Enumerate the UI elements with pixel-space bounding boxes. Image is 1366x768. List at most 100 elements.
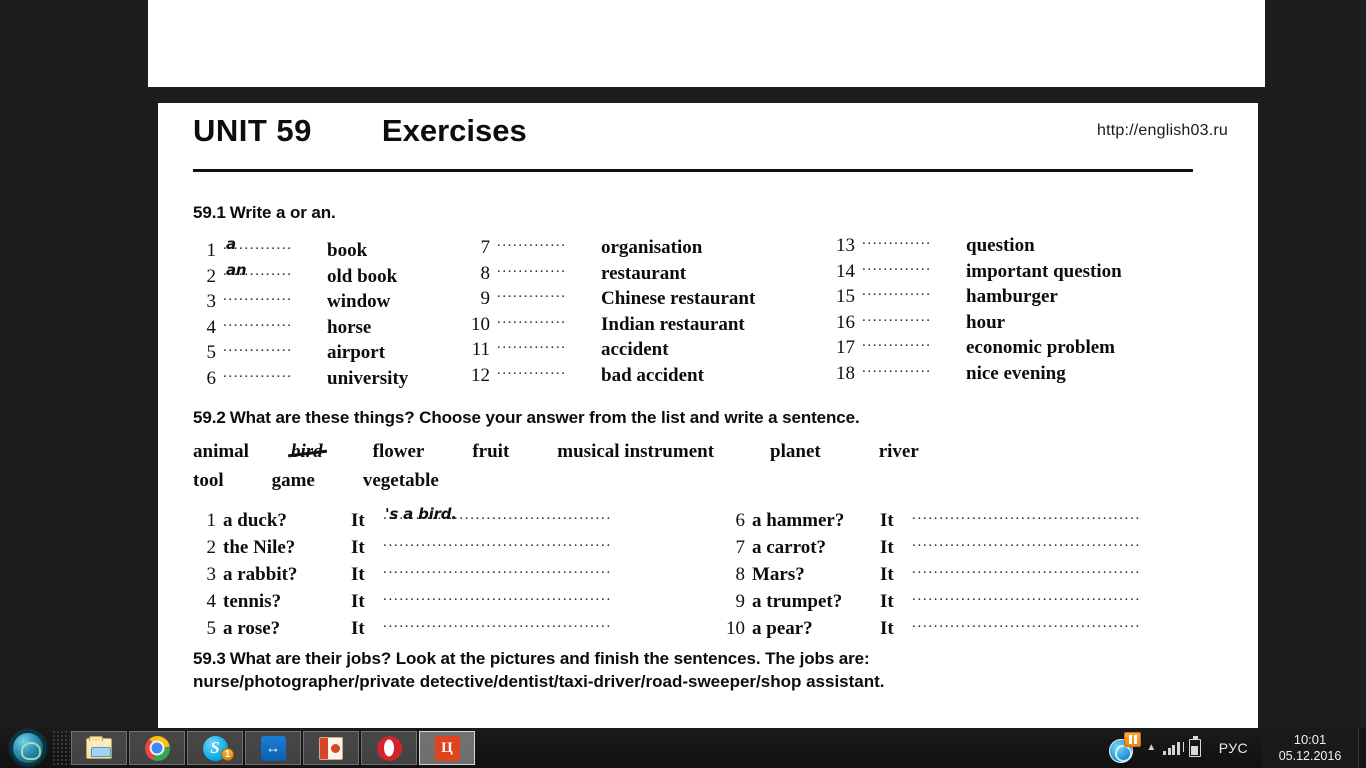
exercise-item: 4............. horse bbox=[194, 313, 408, 339]
item-number: 7 bbox=[480, 237, 491, 258]
taskbar-button-image-viewer[interactable]: Ц bbox=[419, 731, 475, 765]
chrome-icon bbox=[144, 735, 170, 761]
dotted-line: ........................................… bbox=[912, 588, 1141, 604]
answer-blank[interactable]: ............. bbox=[497, 361, 593, 381]
warning-badge-icon bbox=[1124, 732, 1142, 747]
item-prompt: a rose? bbox=[223, 618, 281, 639]
item-noun: airport bbox=[327, 342, 386, 363]
taskbar-button-opera[interactable] bbox=[361, 731, 417, 765]
language-indicator[interactable]: РУС bbox=[1211, 740, 1256, 756]
section-number-59-3: 59.3 bbox=[193, 649, 226, 668]
answer-blank[interactable]: ............. bbox=[862, 257, 958, 277]
dotted-line: ........................................… bbox=[383, 615, 612, 631]
word-bank: animal bird flower fruit musical instrument p… bbox=[193, 441, 1193, 499]
answer-blank[interactable]: ........................................… bbox=[912, 614, 1202, 634]
item-noun: hour bbox=[966, 311, 1006, 333]
item-number: 9 bbox=[735, 591, 746, 612]
start-button[interactable] bbox=[4, 730, 52, 766]
tray-icons: ▲ РУС bbox=[1109, 728, 1262, 768]
dotted-line: ............. bbox=[862, 283, 932, 299]
answer-blank[interactable]: ............. bbox=[862, 308, 958, 328]
item-noun: accident bbox=[601, 339, 669, 360]
document-page[interactable]: UNIT 59 Exercises http://english03.ru 59… bbox=[158, 103, 1258, 743]
answer-blank[interactable]: ........................................… bbox=[383, 587, 673, 607]
answer-blank[interactable]: ............. bbox=[497, 259, 593, 279]
previous-page-fragment bbox=[148, 0, 1265, 87]
answer-blank[interactable]: ........................................… bbox=[912, 533, 1202, 553]
answer-blank[interactable]: ............. bbox=[497, 233, 593, 253]
item-number: 6 bbox=[206, 367, 217, 389]
exercise-item: 6 a hammer? It............................… bbox=[723, 506, 1202, 533]
exercise-item: 6............. university bbox=[194, 364, 409, 390]
word-bank-item: vegetable bbox=[362, 470, 439, 491]
taskbar-button-teamviewer[interactable] bbox=[245, 731, 301, 765]
item-number: 12 bbox=[471, 364, 490, 386]
item-number: 1 bbox=[206, 510, 217, 531]
answer-blank[interactable]: ............. bbox=[862, 333, 958, 353]
answer-blank[interactable]: ............. bbox=[497, 310, 593, 330]
item-prompt: a rabbit? bbox=[223, 564, 298, 585]
item-noun: economic problem bbox=[966, 337, 1115, 358]
answer-blank[interactable]: ........................................… bbox=[383, 505, 673, 526]
sentence-starter: It bbox=[880, 510, 894, 531]
answer-blank[interactable]: ............. bbox=[223, 364, 319, 384]
answer-blank[interactable]: ........................................… bbox=[383, 560, 673, 580]
clock[interactable]: 10:01 05.12.2016 bbox=[1262, 728, 1358, 768]
globe-warning-icon[interactable] bbox=[1109, 732, 1142, 763]
answer-blank[interactable]: ............. bbox=[862, 282, 958, 302]
item-number: 5 bbox=[206, 342, 217, 363]
item-number: 3 bbox=[206, 291, 217, 312]
item-prompt: Mars? bbox=[752, 564, 805, 585]
exercise-item: 11............. accident bbox=[468, 335, 755, 361]
dotted-line: ............. bbox=[862, 257, 932, 274]
signal-bars-icon[interactable] bbox=[1163, 741, 1180, 755]
answer-blank[interactable]: ........................................… bbox=[912, 506, 1202, 526]
sentence-starter: It bbox=[351, 591, 365, 612]
answer-blank[interactable]: ............. bbox=[223, 338, 319, 358]
exercise-item: 15............. hamburger bbox=[833, 282, 1122, 308]
answer-blank[interactable]: ............. bbox=[862, 231, 958, 251]
item-number: 6 bbox=[735, 510, 746, 531]
answer-blank[interactable]: ............. bbox=[862, 359, 958, 379]
dotted-line: ............. bbox=[497, 361, 567, 378]
answer-blank[interactable]: ............. bbox=[223, 287, 319, 307]
handwritten-answer: 's a bird. bbox=[385, 505, 457, 523]
dotted-line: ............. bbox=[497, 285, 567, 301]
taskbar-button-powerpoint[interactable] bbox=[303, 731, 359, 765]
exercise-59-2-column-left: 1 a duck? It..............................… bbox=[194, 505, 673, 641]
answer-blank[interactable]: ............. an bbox=[223, 261, 319, 282]
exercise-item: 1............. a book bbox=[194, 235, 408, 262]
answer-blank[interactable]: ........................................… bbox=[912, 560, 1202, 580]
answer-blank[interactable]: ........................................… bbox=[383, 533, 673, 553]
show-desktop-button[interactable] bbox=[1358, 728, 1366, 768]
exercise-item: 9............. Chinese restaurant bbox=[468, 284, 756, 310]
taskbar-button-skype[interactable]: S1 bbox=[187, 731, 243, 765]
taskbar-button-file-explorer[interactable] bbox=[71, 731, 127, 765]
sentence-starter: It bbox=[880, 564, 894, 585]
taskbar-button-google-chrome[interactable] bbox=[129, 731, 185, 765]
chevron-up-icon[interactable]: ▲ bbox=[1146, 743, 1156, 753]
sentence-starter: It bbox=[880, 591, 894, 612]
answer-blank[interactable]: ............. bbox=[223, 313, 319, 333]
battery-icon[interactable] bbox=[1182, 736, 1201, 757]
item-prompt: the Nile? bbox=[223, 537, 296, 558]
taskbar-drag-handle[interactable] bbox=[52, 730, 70, 766]
clock-date: 05.12.2016 bbox=[1278, 749, 1342, 763]
exercise-item: 5 a rose? It..............................… bbox=[194, 614, 673, 641]
exercise-item: 3 a rabbit? It............................… bbox=[194, 560, 673, 587]
answer-blank[interactable]: ............. a bbox=[223, 235, 319, 256]
dotted-line: ............. bbox=[862, 334, 932, 350]
exercise-item: 18............. nice evening bbox=[833, 359, 1122, 385]
exercise-item: 10............. Indian restaurant bbox=[468, 310, 755, 336]
word-bank-item: musical instrument bbox=[557, 441, 715, 462]
exercise-item: 13............. question bbox=[833, 231, 1122, 257]
clock-time: 10:01 bbox=[1293, 732, 1327, 747]
answer-blank[interactable]: ........................................… bbox=[383, 614, 673, 634]
header-divider bbox=[193, 169, 1193, 172]
item-prompt: a hammer? bbox=[752, 510, 845, 531]
answer-blank[interactable]: ............. bbox=[497, 284, 593, 304]
answer-blank[interactable]: ............. bbox=[497, 335, 593, 355]
notification-badge: 1 bbox=[221, 748, 234, 761]
answer-blank[interactable]: ........................................… bbox=[912, 587, 1202, 607]
item-noun: important question bbox=[966, 260, 1122, 282]
